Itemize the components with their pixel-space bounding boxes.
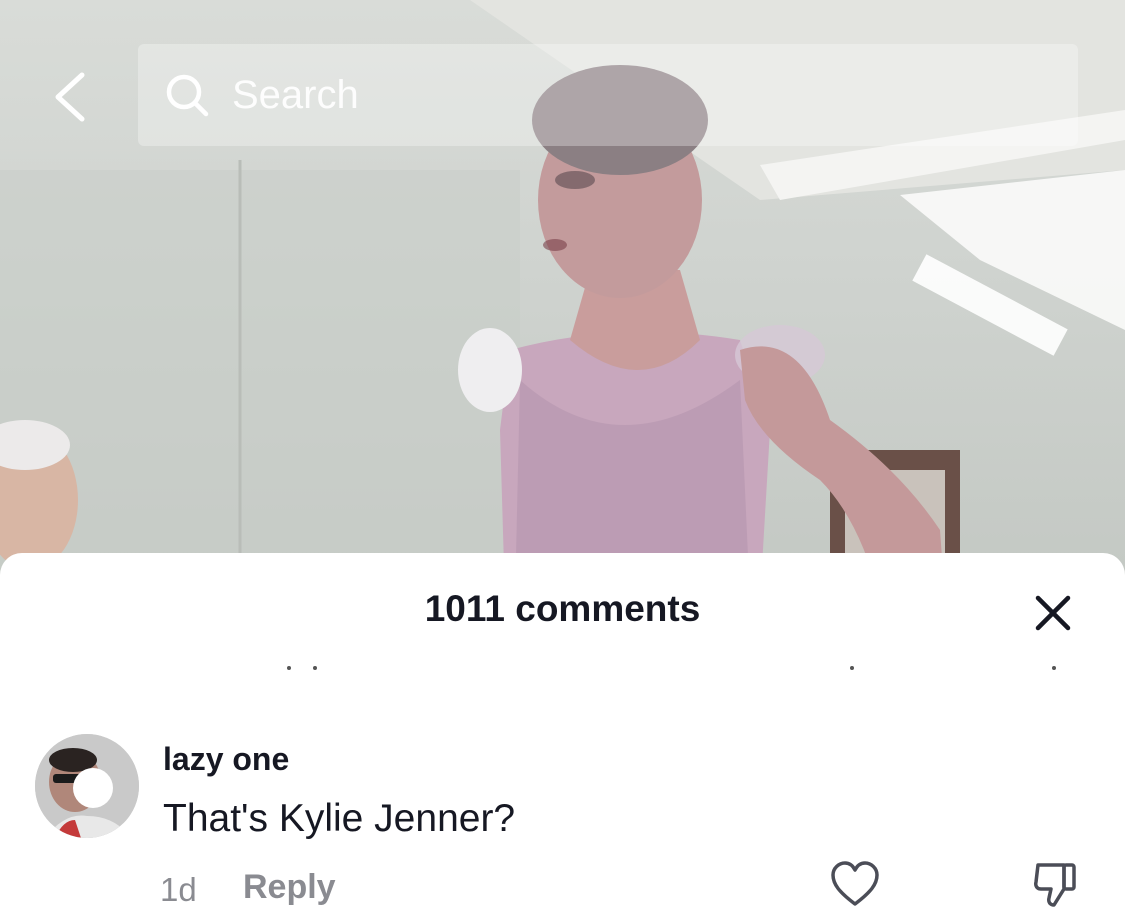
avatar[interactable]	[35, 734, 139, 838]
comment-item: lazy one That's Kylie Jenner? 1d Reply	[0, 553, 1125, 924]
search-icon	[166, 74, 209, 117]
reply-button[interactable]: Reply	[243, 868, 336, 907]
search-input[interactable]	[230, 71, 1078, 119]
comments-sheet: 1011 comments lazy one That's Kylie Jenn…	[0, 553, 1125, 924]
search-bar[interactable]	[138, 44, 1078, 146]
comment-author[interactable]: lazy one	[163, 741, 289, 778]
chevron-left-icon	[55, 72, 85, 122]
comment-timestamp: 1d	[160, 871, 197, 908]
back-button[interactable]	[40, 62, 100, 132]
comment-text: That's Kylie Jenner?	[163, 797, 516, 840]
avatar-image	[35, 734, 139, 838]
heart-icon[interactable]	[829, 859, 881, 911]
thumbs-down-icon[interactable]	[1030, 859, 1082, 911]
